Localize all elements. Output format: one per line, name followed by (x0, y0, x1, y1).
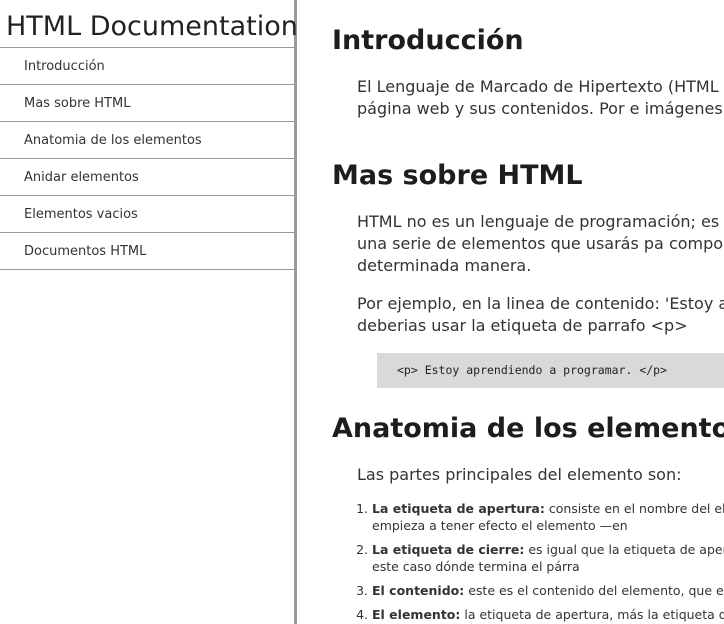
list-item: El contenido: este es el contenido del e… (372, 582, 724, 599)
sidebar-nav: HTML Documentation Introducción Mas sobr… (0, 0, 298, 624)
nav-title: HTML Documentation (6, 11, 298, 42)
section-title-anatomia: Anatomia de los elementos (332, 413, 724, 444)
nav-link-introduccion[interactable]: Introducción (0, 48, 294, 85)
nav-link-elementos-vacios[interactable]: Elementos vacios (0, 196, 294, 233)
section-title-introduccion: Introducción (332, 25, 524, 56)
mas-paragraph-1: HTML no es un lenguaje de programación; … (357, 212, 724, 275)
list-item-text: este es el contenido del elemento, que e… (468, 583, 724, 598)
list-item-term: La etiqueta de apertura: (372, 501, 545, 516)
code-example: <p> Estoy aprendiendo a programar. </p> (377, 353, 724, 388)
nav-link-anatomia[interactable]: Anatomia de los elementos (0, 122, 294, 159)
intro-paragraph: El Lenguaje de Marcado de Hipertexto (HT… (357, 77, 724, 118)
list-item-term: El contenido: (372, 583, 465, 598)
mas-paragraph-2: Por ejemplo, en la linea de contenido: '… (357, 294, 724, 335)
nav-link-anidar[interactable]: Anidar elementos (0, 159, 294, 196)
list-item-term: El elemento: (372, 607, 461, 622)
list-item-term: La etiqueta de cierre: (372, 542, 525, 557)
section-title-mas-sobre-html: Mas sobre HTML (332, 160, 583, 191)
list-item-text: la etiqueta de apertura, más la etiqueta… (464, 607, 724, 622)
anatomia-intro: Las partes principales del elemento son: (357, 465, 682, 484)
list-item: El elemento: la etiqueta de apertura, má… (372, 606, 724, 623)
main-doc: Introducción El Lenguaje de Marcado de H… (297, 0, 724, 624)
nav-link-mas-sobre-html[interactable]: Mas sobre HTML (0, 85, 294, 122)
anatomia-list: La etiqueta de apertura: consiste en el … (345, 500, 724, 624)
nav-list: Introducción Mas sobre HTML Anatomia de … (0, 47, 294, 270)
nav-link-documentos-html[interactable]: Documentos HTML (0, 233, 294, 270)
list-item: La etiqueta de apertura: consiste en el … (372, 500, 724, 534)
list-item: La etiqueta de cierre: es igual que la e… (372, 541, 724, 575)
